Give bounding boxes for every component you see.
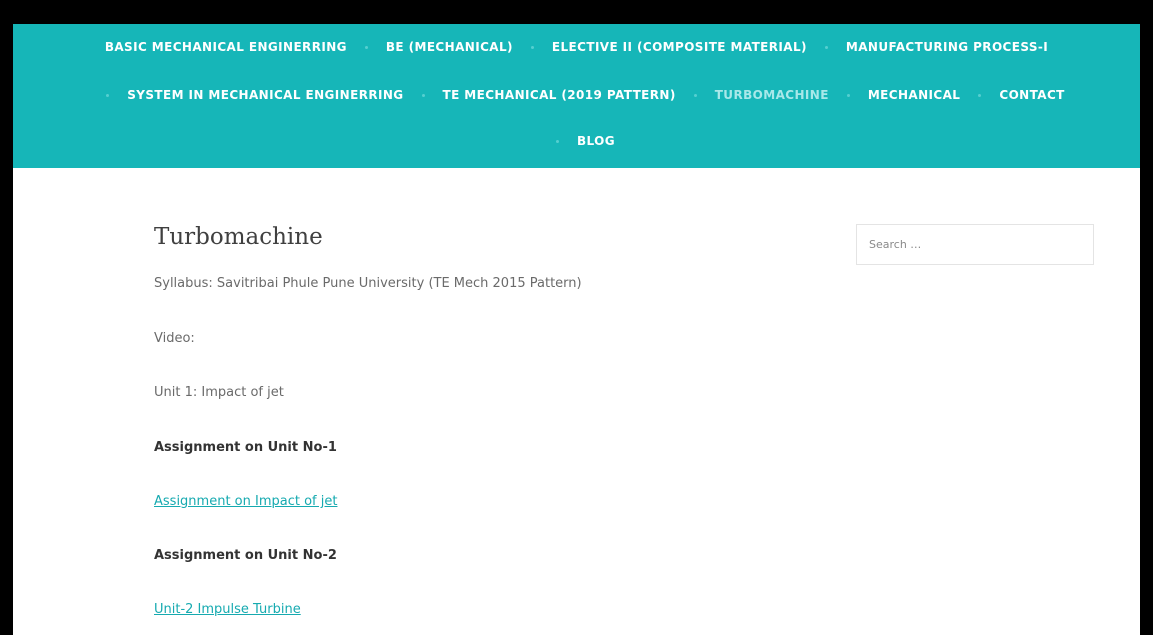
nav-item-manufacturing-process[interactable]: MANUFACTURING PROCESS-I: [846, 40, 1048, 54]
nav-separator-dot: [364, 45, 368, 49]
nav-row-1: BASIC MECHANICAL ENGINERRING BE (MECHANI…: [13, 40, 1140, 54]
nav-item-contact[interactable]: CONTACT: [999, 88, 1064, 102]
nav-item-be-mechanical[interactable]: BE (MECHANICAL): [386, 40, 513, 54]
nav-row-3: BLOG: [13, 134, 1140, 148]
page-title: Turbomachine: [154, 224, 323, 250]
nav-separator-dot: [421, 93, 425, 97]
nav-separator-dot: [530, 45, 534, 49]
nav-separator-dot: [824, 45, 828, 49]
nav-separator-dot: [555, 139, 559, 143]
video-label: Video:: [154, 331, 195, 346]
nav-item-turbomachine[interactable]: TURBOMACHINE: [715, 88, 829, 102]
unit-1-text: Unit 1: Impact of jet: [154, 385, 284, 400]
nav-separator-dot: [106, 93, 110, 97]
assignment-unit-2-heading: Assignment on Unit No-2: [154, 548, 337, 563]
nav-separator-dot: [693, 93, 697, 97]
nav-separator-dot: [978, 93, 982, 97]
nav-item-basic-mechanical[interactable]: BASIC MECHANICAL ENGINERRING: [105, 40, 347, 54]
nav-item-te-mechanical[interactable]: TE MECHANICAL (2019 PATTERN): [443, 88, 676, 102]
page-frame: BASIC MECHANICAL ENGINERRING BE (MECHANI…: [13, 24, 1140, 635]
top-navigation: BASIC MECHANICAL ENGINERRING BE (MECHANI…: [13, 24, 1140, 168]
nav-item-mechanical[interactable]: MECHANICAL: [868, 88, 961, 102]
nav-item-elective-ii[interactable]: ELECTIVE II (COMPOSITE MATERIAL): [552, 40, 807, 54]
assignment-unit-1-heading: Assignment on Unit No-1: [154, 440, 337, 455]
nav-item-system-in-mechanical[interactable]: SYSTEM IN MECHANICAL ENGINERRING: [127, 88, 403, 102]
search-input[interactable]: [856, 224, 1094, 265]
nav-item-blog[interactable]: BLOG: [577, 134, 615, 148]
nav-row-2: SYSTEM IN MECHANICAL ENGINERRING TE MECH…: [13, 88, 1140, 102]
unit-2-impulse-turbine-link[interactable]: Unit-2 Impulse Turbine: [154, 602, 301, 617]
syllabus-text: Syllabus: Savitribai Phule Pune Universi…: [154, 276, 582, 291]
assignment-impact-of-jet-link[interactable]: Assignment on Impact of jet: [154, 494, 337, 509]
nav-separator-dot: [846, 93, 850, 97]
